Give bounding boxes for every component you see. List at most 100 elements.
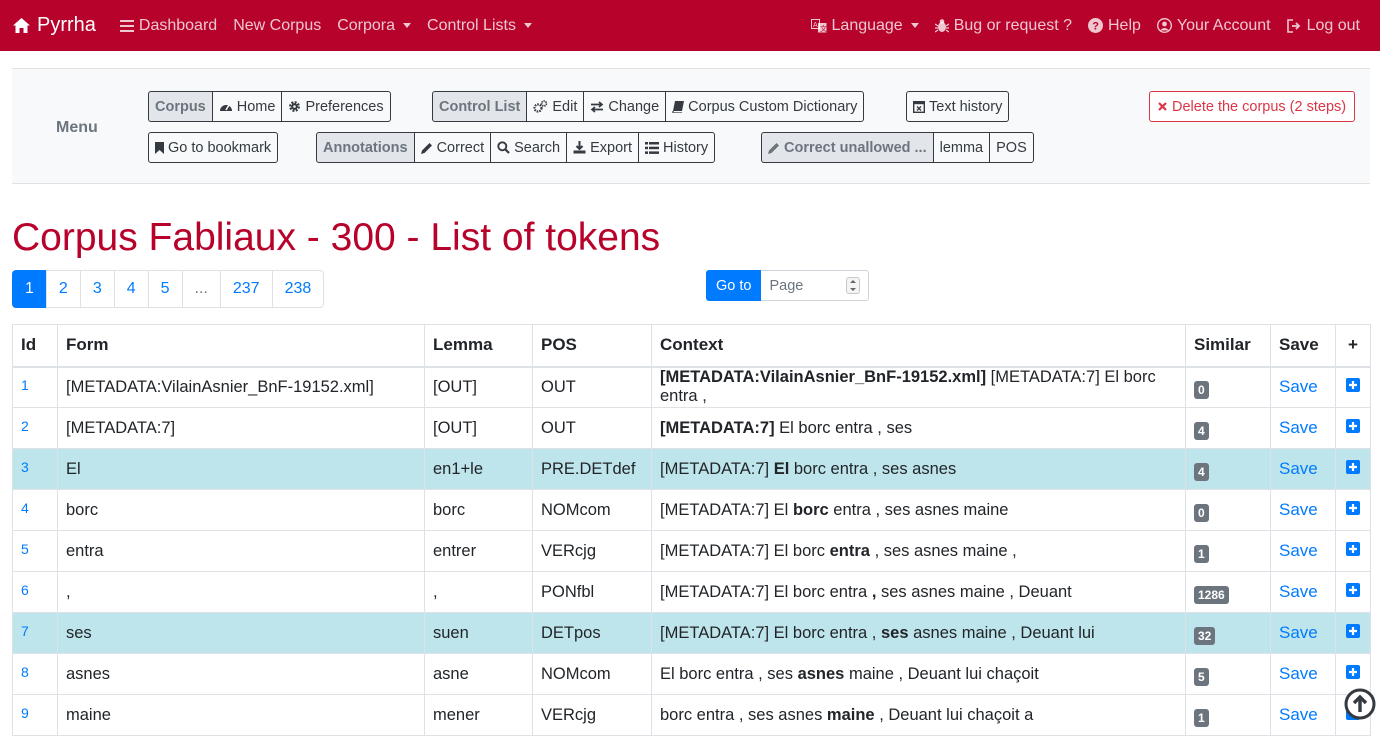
plus-square-icon[interactable] bbox=[1346, 623, 1360, 638]
cell-similar: 0 bbox=[1185, 366, 1271, 408]
cell-lemma[interactable]: [OUT] bbox=[424, 407, 533, 449]
book-icon bbox=[672, 100, 685, 113]
save-link[interactable]: Save bbox=[1279, 500, 1318, 519]
history-button[interactable]: History bbox=[638, 132, 716, 163]
cell-context: [METADATA:7] El borc entra , ses bbox=[651, 407, 1186, 449]
cell-pos[interactable]: NOMcom bbox=[532, 489, 652, 531]
svg-text:?: ? bbox=[1092, 21, 1099, 33]
similar-count-badge[interactable]: 4 bbox=[1194, 462, 1209, 481]
cell-pos[interactable]: OUT bbox=[532, 366, 652, 408]
cell-pos[interactable]: VERcjg bbox=[532, 694, 652, 736]
cell-pos[interactable]: PRE.DETdef bbox=[532, 448, 652, 490]
similar-count-badge[interactable]: 5 bbox=[1194, 667, 1209, 686]
page-link-2[interactable]: 2 bbox=[45, 270, 81, 308]
similar-count-badge[interactable]: 1286 bbox=[1194, 585, 1229, 604]
save-link[interactable]: Save bbox=[1279, 582, 1318, 601]
go-to-bookmark-button[interactable]: Go to bookmark bbox=[148, 132, 279, 163]
nav-help[interactable]: ? Help bbox=[1088, 17, 1141, 35]
save-link[interactable]: Save bbox=[1279, 541, 1318, 560]
save-link[interactable]: Save bbox=[1279, 459, 1318, 478]
nav-corpora-dropdown[interactable]: Corpora bbox=[337, 17, 412, 35]
cell-pos[interactable]: DETpos bbox=[532, 612, 652, 654]
cell-lemma[interactable]: asne bbox=[424, 653, 533, 695]
page-link-3[interactable]: 3 bbox=[79, 270, 115, 308]
edit-control-list-button[interactable]: Edit bbox=[526, 91, 585, 122]
corpus-header-button[interactable]: Corpus bbox=[148, 91, 213, 122]
similar-count-badge[interactable]: 0 bbox=[1194, 503, 1209, 522]
page-link-1[interactable]: 1 bbox=[12, 270, 47, 308]
text-history-button[interactable]: Text history bbox=[906, 91, 1010, 122]
correct-unallowed-header-button[interactable]: Correct unallowed ... bbox=[761, 132, 934, 163]
cell-id: 4 bbox=[12, 489, 58, 531]
plus-square-icon[interactable] bbox=[1346, 459, 1360, 474]
nav-logout[interactable]: Log out bbox=[1286, 17, 1360, 35]
token-id-link[interactable]: 2 bbox=[21, 418, 29, 434]
plus-square-icon[interactable] bbox=[1346, 377, 1360, 392]
token-id-link[interactable]: 4 bbox=[21, 500, 29, 516]
token-id-link[interactable]: 5 bbox=[21, 541, 29, 557]
save-link[interactable]: Save bbox=[1279, 377, 1318, 396]
delete-corpus-button[interactable]: Delete the corpus (2 steps) bbox=[1149, 91, 1356, 122]
cell-pos[interactable]: PONfbl bbox=[532, 571, 652, 613]
export-button[interactable]: Export bbox=[566, 132, 639, 163]
unallowed-lemma-button[interactable]: lemma bbox=[932, 132, 991, 163]
plus-square-icon[interactable] bbox=[1346, 500, 1360, 515]
cell-lemma[interactable]: borc bbox=[424, 489, 533, 531]
scroll-to-top-button[interactable] bbox=[1344, 688, 1376, 720]
number-spinner-icon[interactable] bbox=[846, 277, 861, 294]
preferences-button[interactable]: Preferences bbox=[281, 91, 391, 122]
control-list-header-button[interactable]: Control List bbox=[432, 91, 528, 122]
nav-control-lists-dropdown[interactable]: Control Lists bbox=[427, 17, 532, 35]
cell-lemma[interactable]: [OUT] bbox=[424, 366, 533, 408]
similar-count-badge[interactable]: 0 bbox=[1194, 380, 1209, 399]
page-link-238[interactable]: 238 bbox=[271, 270, 325, 308]
page-link-4[interactable]: 4 bbox=[113, 270, 149, 308]
token-id-link[interactable]: 9 bbox=[21, 705, 29, 721]
nav-new-corpus[interactable]: New Corpus bbox=[233, 17, 321, 35]
tokens-table-body: 1 [METADATA:VilainAsnier_BnF-19152.xml] … bbox=[12, 366, 1371, 736]
plus-square-icon[interactable] bbox=[1346, 541, 1360, 556]
save-link[interactable]: Save bbox=[1279, 705, 1318, 724]
save-link[interactable]: Save bbox=[1279, 664, 1318, 683]
plus-square-icon[interactable] bbox=[1346, 582, 1360, 597]
page-link-5[interactable]: 5 bbox=[147, 270, 183, 308]
token-id-link[interactable]: 8 bbox=[21, 664, 29, 680]
plus-square-icon[interactable] bbox=[1346, 664, 1360, 679]
nav-dashboard[interactable]: Dashboard bbox=[119, 17, 217, 35]
cell-lemma[interactable]: mener bbox=[424, 694, 533, 736]
cell-lemma[interactable]: en1+le bbox=[424, 448, 533, 490]
nav-account[interactable]: Your Account bbox=[1156, 17, 1271, 35]
token-id-link[interactable]: 7 bbox=[21, 623, 29, 639]
search-button[interactable]: Search bbox=[490, 132, 568, 163]
nav-bug-request[interactable]: Bug or request ? bbox=[934, 17, 1072, 35]
token-id-link[interactable]: 6 bbox=[21, 582, 29, 598]
table-row: 8 asnes asne NOMcom El borc entra , ses … bbox=[12, 653, 1371, 695]
annotations-header-button[interactable]: Annotations bbox=[316, 132, 415, 163]
cell-lemma[interactable]: , bbox=[424, 571, 533, 613]
cell-lemma[interactable]: suen bbox=[424, 612, 533, 654]
change-control-list-button[interactable]: Change bbox=[583, 91, 667, 122]
nav-language-dropdown[interactable]: A文 Language bbox=[810, 17, 919, 35]
similar-count-badge[interactable]: 4 bbox=[1194, 421, 1209, 440]
brand-link[interactable]: Pyrrha bbox=[12, 14, 96, 37]
cell-save: Save bbox=[1270, 653, 1336, 695]
token-id-link[interactable]: 1 bbox=[21, 377, 29, 393]
cell-pos[interactable]: VERcjg bbox=[532, 530, 652, 572]
cell-lemma[interactable]: entrer bbox=[424, 530, 533, 572]
save-link[interactable]: Save bbox=[1279, 418, 1318, 437]
token-id-link[interactable]: 3 bbox=[21, 459, 29, 475]
correct-button[interactable]: Correct bbox=[413, 132, 492, 163]
similar-count-badge[interactable]: 32 bbox=[1194, 626, 1216, 645]
home-button[interactable]: Home bbox=[211, 91, 283, 122]
similar-count-badge[interactable]: 1 bbox=[1194, 544, 1209, 563]
similar-count-badge[interactable]: 1 bbox=[1194, 708, 1209, 727]
goto-button[interactable]: Go to bbox=[706, 270, 762, 301]
page-link-237[interactable]: 237 bbox=[219, 270, 273, 308]
corpus-custom-dictionary-button[interactable]: Corpus Custom Dictionary bbox=[665, 91, 865, 122]
unallowed-pos-button[interactable]: POS bbox=[989, 132, 1034, 163]
page-number-input[interactable]: Page bbox=[761, 270, 870, 301]
plus-square-icon[interactable] bbox=[1346, 418, 1360, 433]
cell-pos[interactable]: OUT bbox=[532, 407, 652, 449]
cell-pos[interactable]: NOMcom bbox=[532, 653, 652, 695]
save-link[interactable]: Save bbox=[1279, 623, 1318, 642]
